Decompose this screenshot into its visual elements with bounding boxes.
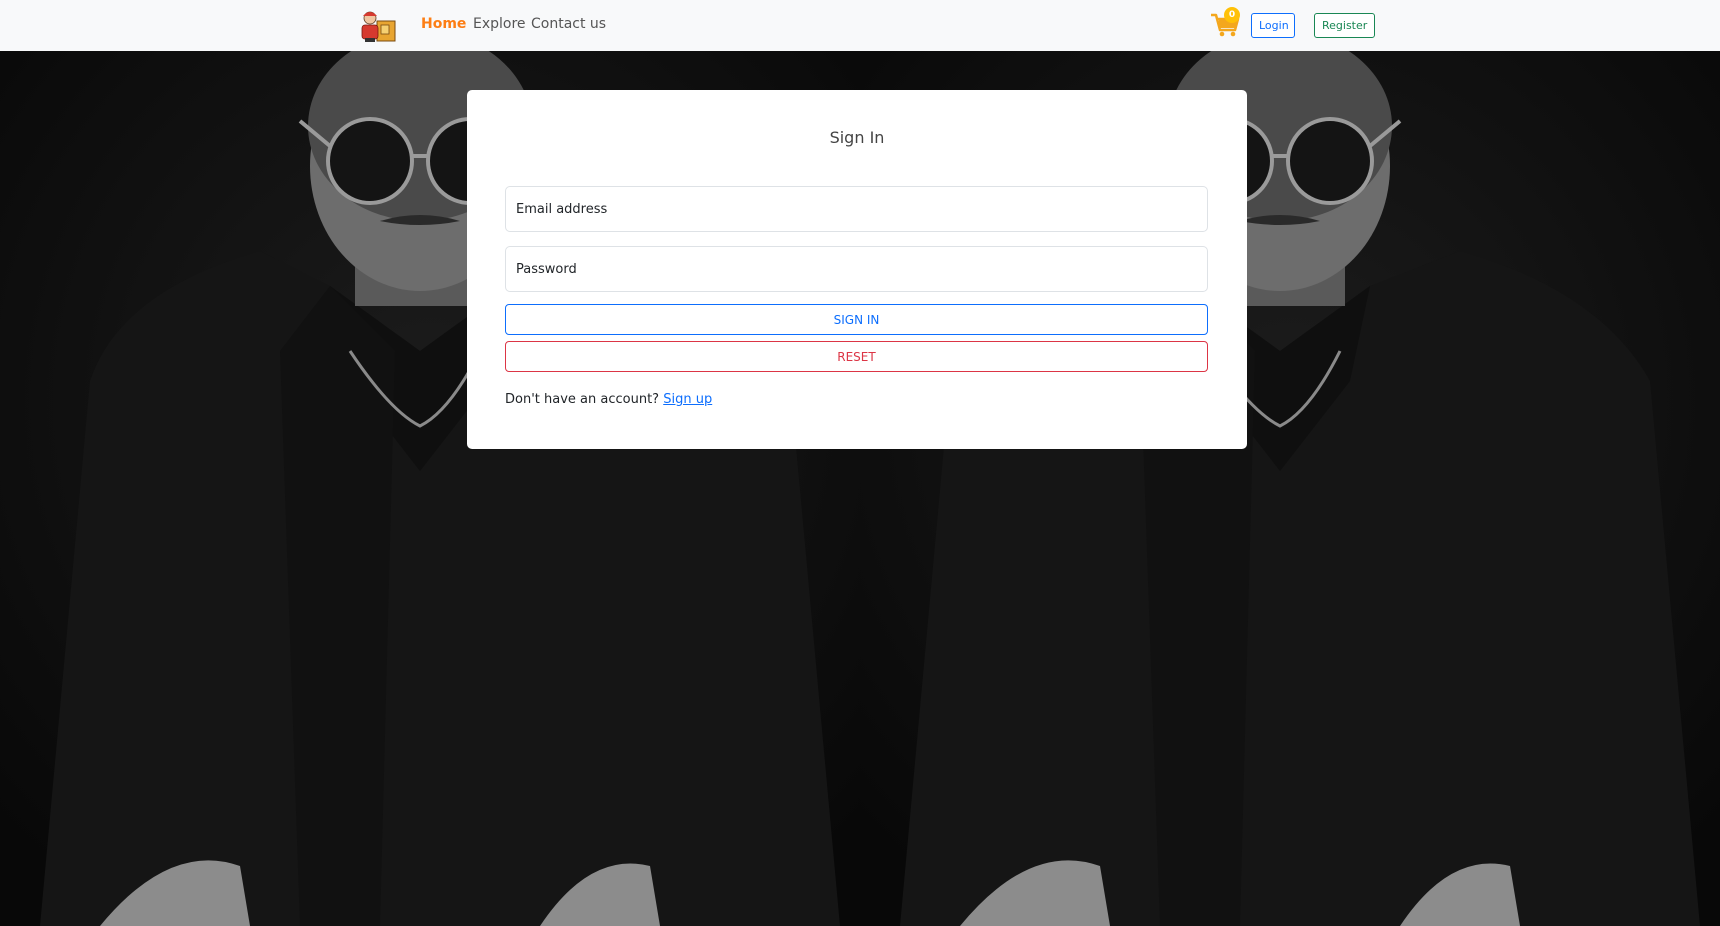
signin-card: Sign In SIGN IN RESET Don't have an acco… — [467, 90, 1247, 449]
register-button[interactable]: Register — [1314, 13, 1375, 38]
signup-link[interactable]: Sign up — [663, 392, 712, 407]
signin-button[interactable]: SIGN IN — [505, 304, 1208, 335]
reset-button[interactable]: RESET — [505, 341, 1208, 372]
login-button[interactable]: Login — [1251, 13, 1295, 38]
signin-title: Sign In — [829, 128, 885, 147]
signup-prompt: Don't have an account? Sign up — [505, 392, 712, 407]
nav-link-contact[interactable]: Contact us — [531, 16, 606, 32]
no-account-text: Don't have an account? — [505, 392, 660, 407]
password-field[interactable] — [505, 246, 1208, 292]
email-field[interactable] — [505, 186, 1208, 232]
nav-link-home[interactable]: Home — [421, 16, 466, 32]
delivery-man-logo-icon[interactable] — [357, 7, 397, 43]
top-navbar: Home Explore Contact us 0 Login Register — [0, 0, 1720, 51]
nav-link-explore[interactable]: Explore — [473, 16, 526, 32]
cart-count-badge: 0 — [1224, 7, 1240, 23]
